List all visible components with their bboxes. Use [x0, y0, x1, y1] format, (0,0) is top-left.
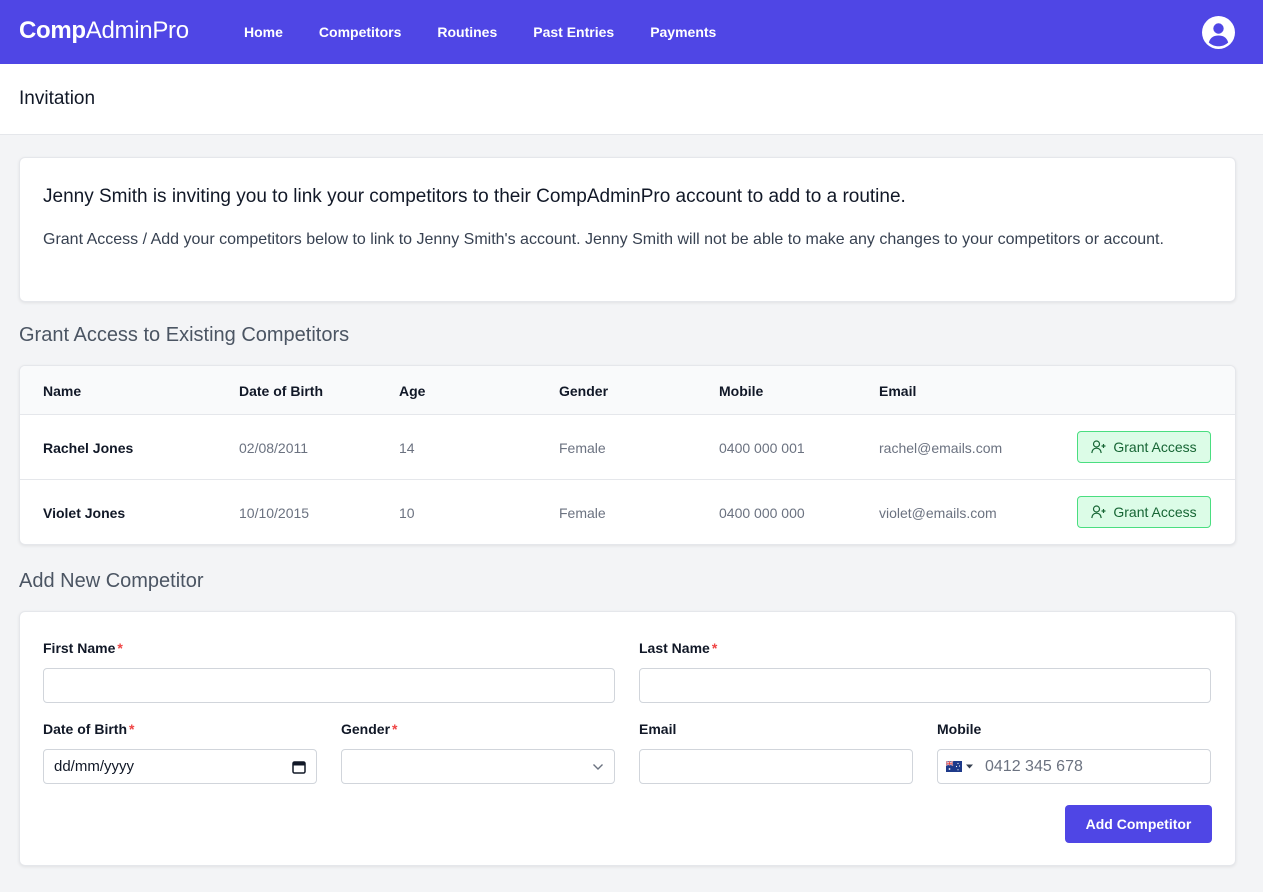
- column-header-dob: Date of Birth: [239, 383, 323, 399]
- table-row: Rachel Jones 02/08/2011 14 Female 0400 0…: [20, 415, 1235, 480]
- competitor-name: Violet Jones: [43, 505, 126, 521]
- competitor-age: 14: [399, 440, 415, 456]
- invitation-body: Grant Access / Add your competitors belo…: [43, 231, 1164, 248]
- page-header: Invitation: [0, 64, 1263, 135]
- nav-payments-link[interactable]: Payments: [650, 24, 716, 40]
- nav-links: Home Competitors Routines Past Entries P…: [244, 0, 752, 64]
- required-marker: *: [117, 640, 123, 656]
- gender-label: Gender *: [341, 721, 398, 737]
- email-label: Email: [639, 721, 677, 737]
- competitor-gender: Female: [559, 440, 606, 456]
- user-plus-icon: [1091, 505, 1106, 519]
- required-marker: *: [392, 721, 398, 737]
- page-title: Invitation: [19, 88, 96, 109]
- dob-label: Date of Birth *: [43, 721, 135, 737]
- grant-access-button[interactable]: Grant Access: [1077, 431, 1211, 463]
- competitor-name: Rachel Jones: [43, 440, 134, 456]
- table-header: Name Date of Birth Age Gender Mobile Ema…: [20, 366, 1235, 415]
- user-plus-icon: [1091, 440, 1106, 454]
- competitor-dob: 02/08/2011: [239, 440, 309, 456]
- first-name-label: First Name *: [43, 640, 123, 656]
- table-row: Violet Jones 10/10/2015 10 Female 0400 0…: [20, 480, 1235, 544]
- brand-logo[interactable]: CompAdminPro: [19, 17, 189, 45]
- competitor-email: rachel@emails.com: [879, 440, 1003, 456]
- column-header-name: Name: [43, 383, 82, 399]
- competitor-dob: 10/10/2015: [239, 505, 310, 521]
- email-input[interactable]: [639, 749, 913, 784]
- first-name-input[interactable]: [43, 668, 615, 703]
- existing-competitors-title: Grant Access to Existing Competitors: [19, 324, 350, 346]
- grant-access-label: Grant Access: [1113, 504, 1197, 520]
- required-marker: *: [711, 640, 718, 656]
- competitor-mobile: 0400 000 000: [719, 505, 805, 521]
- last-name-input[interactable]: [639, 668, 1211, 703]
- australia-flag-icon[interactable]: [946, 761, 962, 772]
- dob-input[interactable]: dd/mm/yyyy: [43, 749, 317, 784]
- caret-down-icon: [966, 764, 973, 769]
- competitor-mobile: 0400 000 001: [719, 440, 805, 456]
- grant-access-label: Grant Access: [1113, 439, 1197, 455]
- invitation-card: Jenny Smith is inviting you to link your…: [19, 157, 1236, 302]
- last-name-label: Last Name *: [639, 640, 718, 656]
- competitor-email: violet@emails.com: [879, 505, 997, 521]
- column-header-mobile: Mobile: [719, 383, 764, 399]
- column-header-email: Email: [879, 383, 917, 399]
- gender-select[interactable]: [341, 749, 615, 784]
- column-header-age: Age: [399, 383, 426, 399]
- competitor-age: 10: [399, 505, 415, 521]
- mobile-input[interactable]: 0412 345 678: [937, 749, 1211, 784]
- add-competitor-title: Add New Competitor: [19, 570, 204, 592]
- chevron-down-icon: [593, 763, 603, 770]
- mobile-placeholder: 0412 345 678: [985, 757, 1083, 775]
- top-navbar: CompAdminPro Home Competitors Routines P…: [0, 0, 1263, 64]
- nav-competitors-link[interactable]: Competitors: [319, 24, 401, 40]
- nav-past-entries-link[interactable]: Past Entries: [533, 24, 614, 40]
- required-marker: *: [129, 721, 135, 737]
- nav-routines-link[interactable]: Routines: [437, 24, 497, 40]
- calendar-icon[interactable]: [292, 760, 306, 774]
- mobile-label: Mobile: [937, 721, 982, 737]
- nav-home-link[interactable]: Home: [244, 24, 283, 40]
- add-competitor-form: First Name * Last Name * Date of Birth * dd…: [19, 611, 1236, 866]
- add-competitor-button[interactable]: Add Competitor: [1065, 805, 1212, 843]
- dob-placeholder: dd/mm/yyyy: [54, 758, 135, 775]
- competitors-table: Name Date of Birth Age Gender Mobile Ema…: [19, 365, 1236, 545]
- column-header-gender: Gender: [559, 383, 609, 399]
- user-circle-icon[interactable]: [1202, 16, 1235, 49]
- competitor-gender: Female: [559, 505, 606, 521]
- grant-access-button[interactable]: Grant Access: [1077, 496, 1211, 528]
- invitation-heading: Jenny Smith is inviting you to link your…: [43, 186, 906, 207]
